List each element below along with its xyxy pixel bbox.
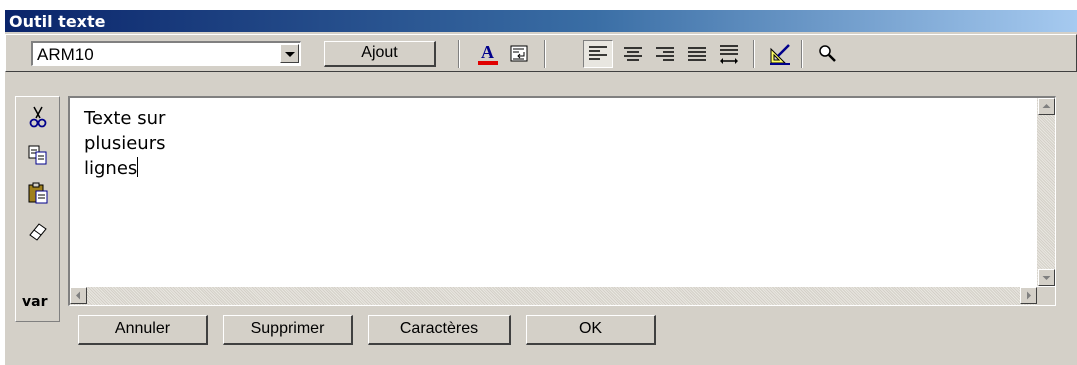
text-line-content: lignes [84, 158, 138, 179]
font-select-value: ARM10 [37, 45, 94, 64]
scroll-up-icon[interactable] [1038, 98, 1055, 115]
fit-width-icon[interactable] [717, 42, 741, 66]
scroll-corner [1037, 287, 1055, 305]
text-caret [137, 157, 139, 177]
add-button[interactable]: Ajout [324, 41, 436, 67]
text-line: lignes [84, 156, 165, 181]
justify-icon[interactable] [685, 42, 709, 66]
text-line-content: plusieurs [84, 133, 166, 154]
align-left-icon[interactable] [583, 40, 613, 68]
variable-button[interactable]: var [22, 294, 47, 310]
copy-icon[interactable] [26, 143, 50, 167]
align-right-icon[interactable] [653, 42, 677, 66]
title-bar[interactable]: Outil texte [5, 10, 1077, 32]
zoom-icon[interactable] [816, 42, 840, 66]
scroll-left-icon[interactable] [70, 287, 87, 304]
toolbar-separator [753, 40, 755, 68]
insert-field-icon[interactable] [508, 42, 532, 66]
align-center-icon[interactable] [621, 42, 645, 66]
horizontal-scrollbar[interactable] [70, 287, 1037, 305]
text-tool-window: Outil texte ARM10 Ajout A var Texte sur … [5, 10, 1077, 365]
cut-icon[interactable] [26, 105, 50, 129]
window-title: Outil texte [9, 12, 106, 31]
text-line: Texte sur [84, 108, 166, 129]
scroll-down-icon[interactable] [1038, 269, 1055, 286]
vertical-scrollbar[interactable] [1037, 98, 1055, 286]
toolbar-separator [544, 40, 546, 68]
toolbar-separator [801, 40, 803, 68]
characters-button[interactable]: Caractères [368, 315, 511, 345]
text-line: plusieurs [84, 131, 165, 156]
paste-icon[interactable] [26, 181, 50, 205]
cancel-button[interactable]: Annuler [78, 315, 208, 345]
edit-sidebar: var [15, 96, 60, 322]
ok-button[interactable]: OK [526, 315, 656, 345]
toolbar-separator [458, 40, 460, 68]
toolbar: ARM10 Ajout A [5, 34, 1077, 72]
delete-button[interactable]: Supprimer [223, 315, 353, 345]
editor-content[interactable]: Texte sur plusieurs lignes [84, 106, 165, 181]
scroll-right-icon[interactable] [1020, 287, 1037, 304]
edit-style-icon[interactable] [768, 42, 792, 66]
font-select[interactable]: ARM10 [31, 41, 301, 66]
dropdown-arrow-icon[interactable] [280, 44, 299, 63]
text-color-icon[interactable]: A [476, 42, 500, 66]
eraser-icon[interactable] [26, 219, 50, 243]
svg-text:A: A [481, 42, 494, 62]
text-editor[interactable]: Texte sur plusieurs lignes [68, 96, 1056, 306]
